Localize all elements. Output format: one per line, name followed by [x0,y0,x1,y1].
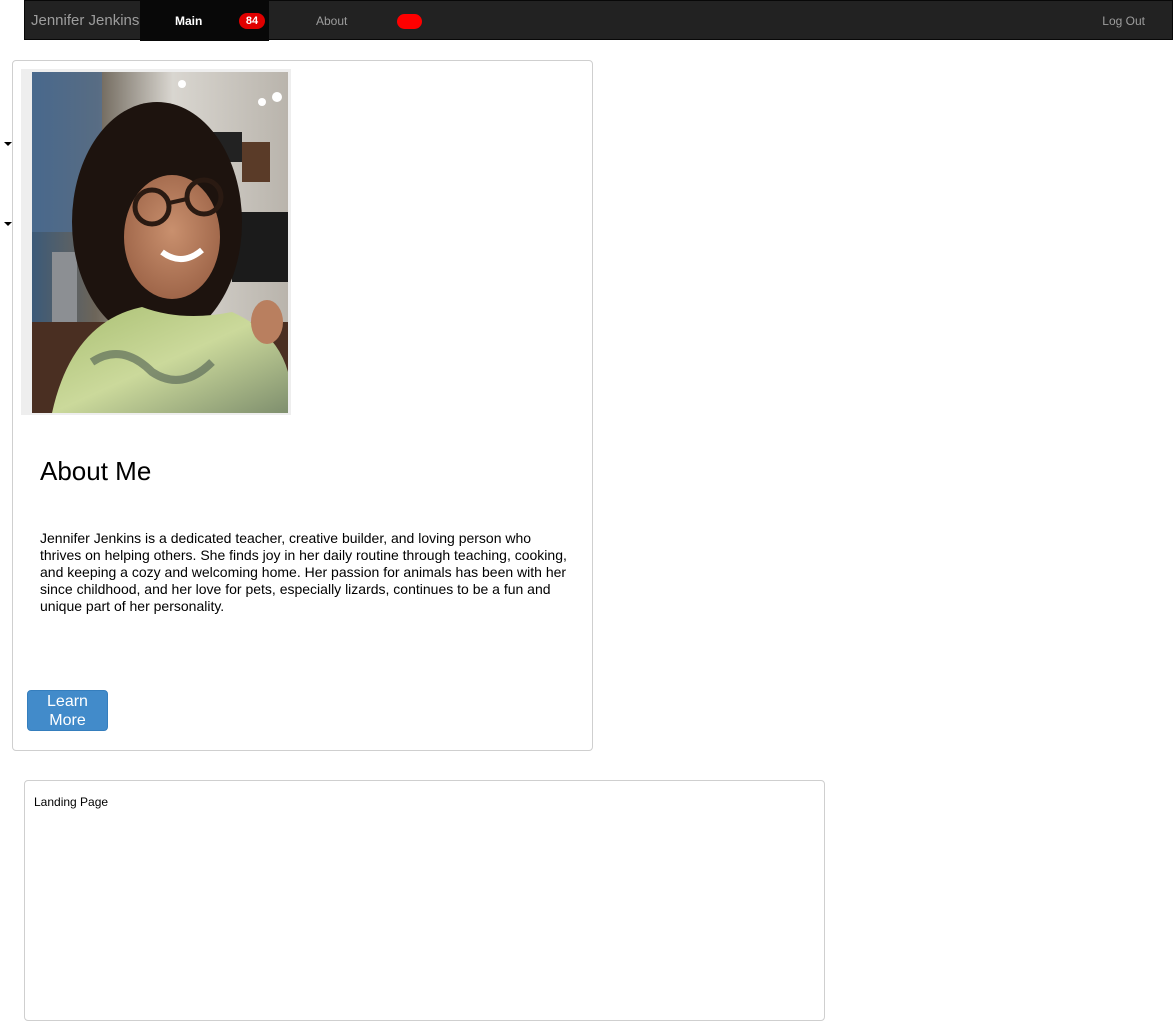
profile-card: About Me Jennifer Jenkins is a dedicated… [12,60,593,751]
nav-item-about[interactable]: About [316,1,347,41]
landing-panel: Landing Page [24,780,825,1021]
caret-down-icon[interactable] [4,222,12,226]
top-navbar: Jennifer Jenkins Main 84 About Log Out [24,0,1173,41]
about-description: Jennifer Jenkins is a dedicated teacher,… [40,530,567,614]
status-pill[interactable] [397,14,422,29]
nav-item-main[interactable]: Main 84 [140,1,269,41]
profile-photo [32,72,288,413]
page: Jennifer Jenkins Main 84 About Log Out A… [0,0,1175,1021]
logout-link[interactable]: Log Out [1102,1,1145,41]
caret-down-icon[interactable] [4,142,12,146]
photo-frame [21,69,291,415]
about-title: About Me [40,456,152,486]
notification-badge: 84 [239,13,265,29]
brand-name[interactable]: Jennifer Jenkins [31,1,139,41]
landing-label: Landing Page [34,795,109,809]
learn-more-button[interactable]: Learn More [27,690,108,731]
nav-item-main-label: Main [175,14,203,28]
